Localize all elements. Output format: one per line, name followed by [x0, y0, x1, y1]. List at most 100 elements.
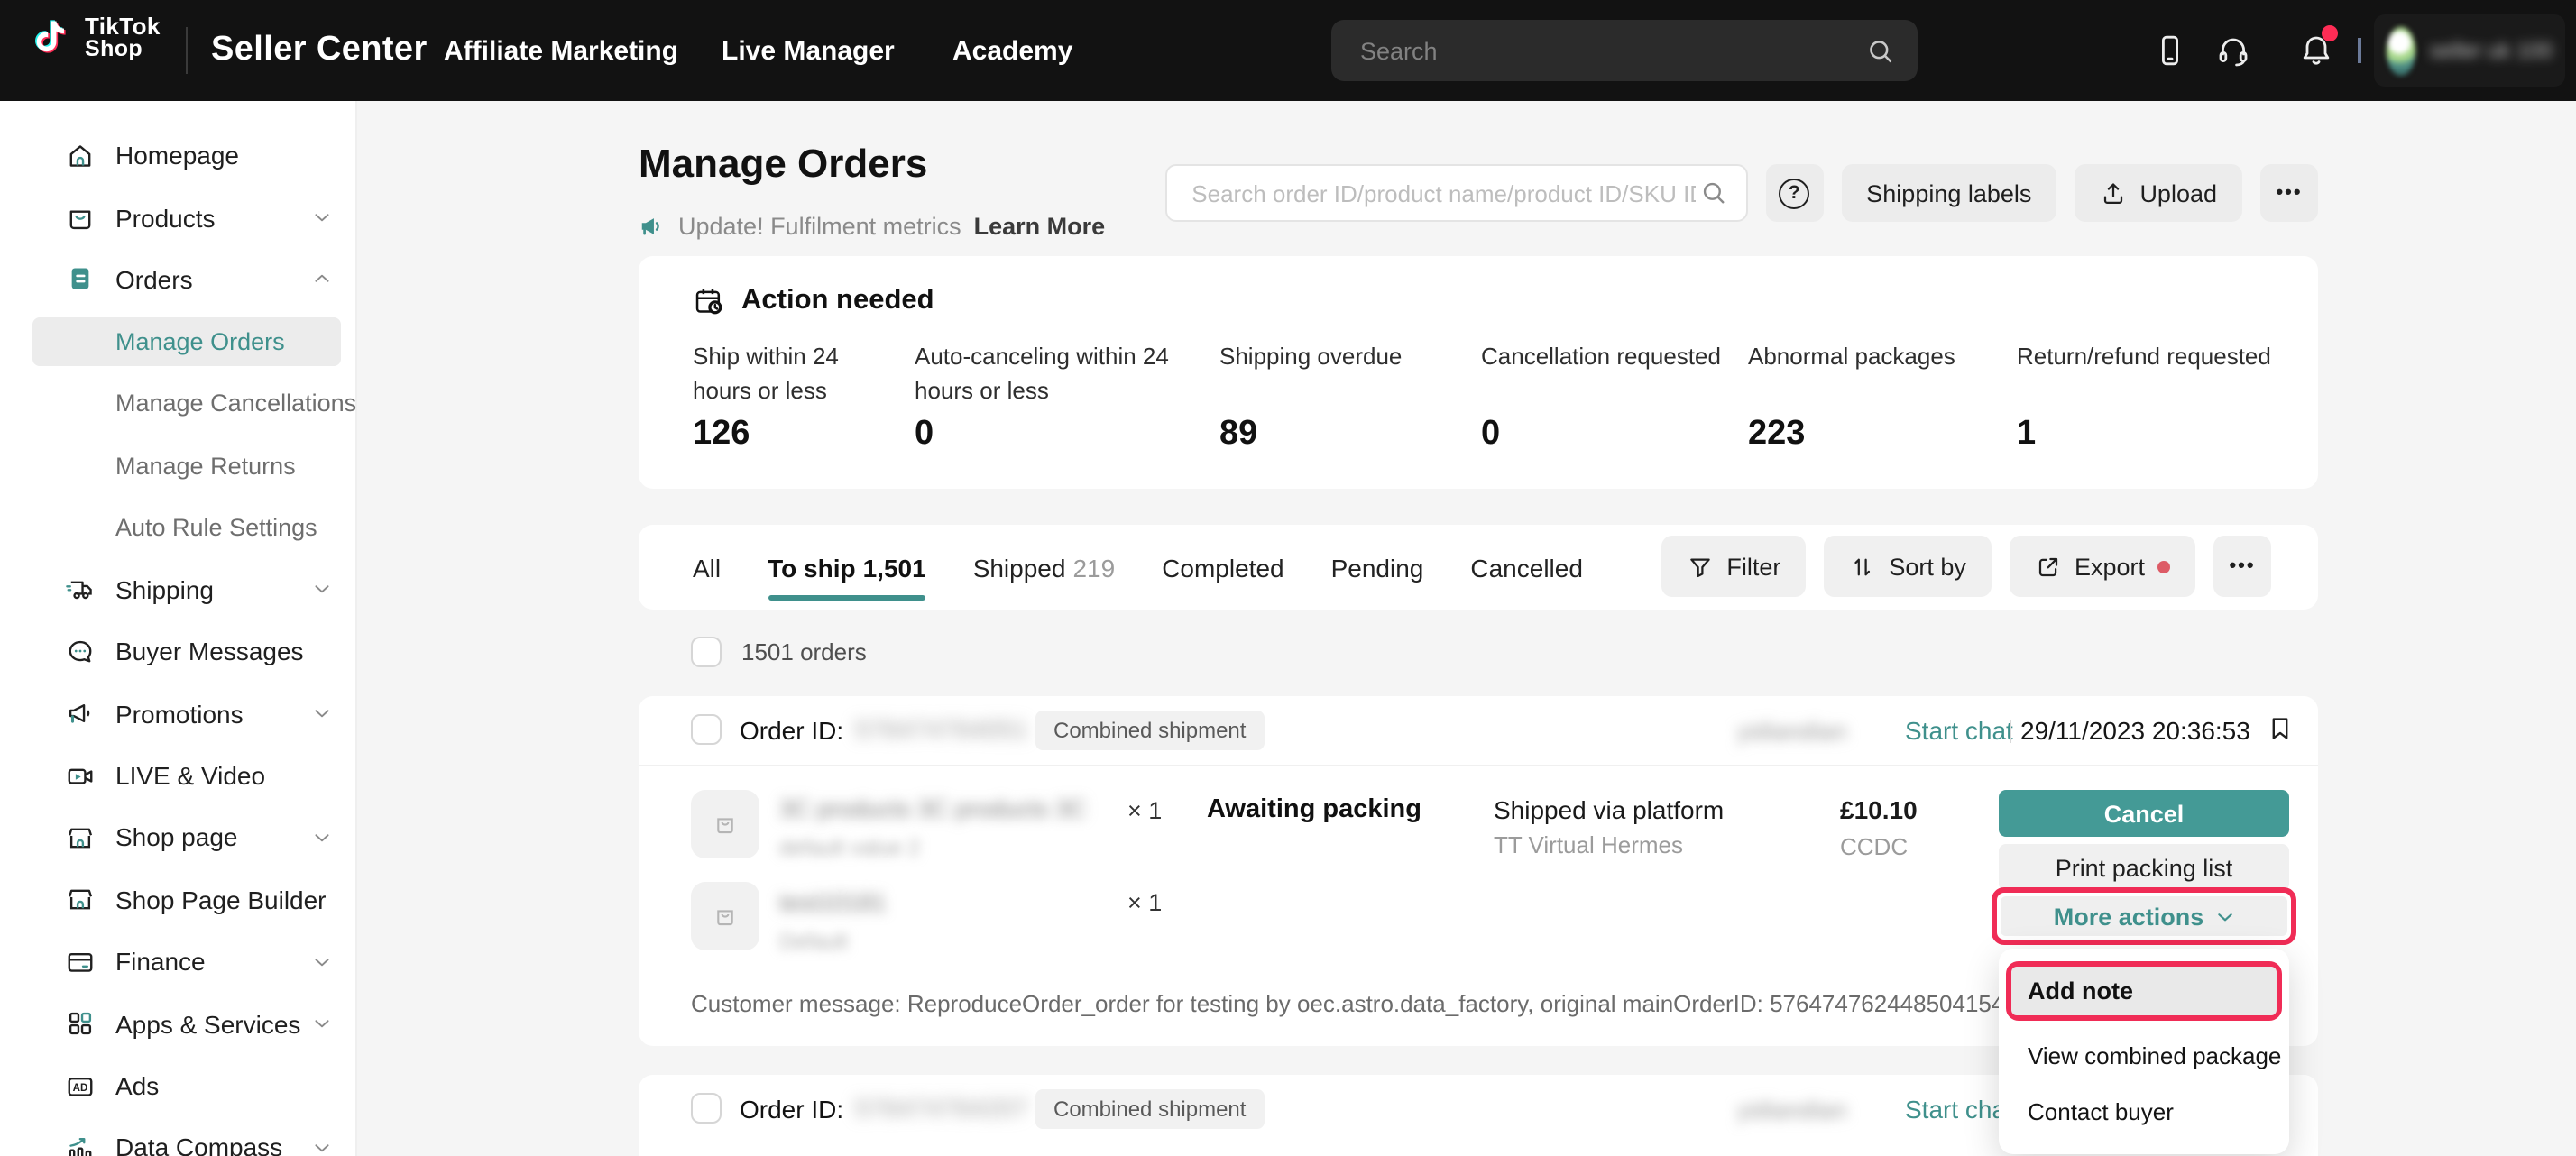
order-search[interactable]	[1164, 164, 1747, 222]
sort-by-button[interactable]: Sort by	[1824, 536, 1992, 597]
sidebar-item-data-compass[interactable]: Data Compass	[0, 1117, 355, 1156]
apps-grid-icon	[65, 1008, 96, 1039]
avatar[interactable]	[2387, 26, 2415, 75]
search-icon	[1865, 35, 1896, 66]
metric-shipping-overdue[interactable]: Shipping overdue 89	[1219, 339, 1472, 454]
product-thumbnail[interactable]	[691, 882, 759, 950]
sidebar-item-label: Data Compass	[115, 1133, 282, 1156]
tab-pending[interactable]: Pending	[1331, 553, 1424, 582]
menu-item-contact-buyer[interactable]: Contact buyer	[1999, 1084, 2289, 1140]
add-note-highlight: Add note	[2006, 961, 2282, 1021]
main-content: Manage Orders Update! Fulfilment metrics…	[357, 101, 2576, 1156]
order-checkbox[interactable]	[691, 1093, 722, 1124]
chevron-down-icon	[312, 703, 332, 723]
announcement-megaphone-icon	[639, 213, 666, 240]
more-options-button[interactable]: •••	[2260, 164, 2318, 222]
support-headset-icon[interactable]	[2215, 32, 2251, 69]
more-actions-button[interactable]: More actions	[2001, 896, 2287, 936]
help-button[interactable]: ?	[1765, 164, 1823, 222]
sidebar-item-ads[interactable]: AD Ads	[0, 1055, 355, 1117]
svg-text:AD: AD	[73, 1082, 88, 1093]
tab-all[interactable]: All	[693, 553, 721, 582]
sidebar-item-shipping[interactable]: Shipping	[0, 558, 355, 620]
sidebar-item-label: Buyer Messages	[115, 638, 304, 666]
sidebar-subitem-label: Manage Orders	[115, 328, 285, 355]
menu-item-add-note[interactable]: Add note	[2011, 967, 2277, 1015]
order-search-input[interactable]	[1188, 178, 1698, 208]
topbar-search[interactable]	[1331, 20, 1918, 81]
metric-return-refund[interactable]: Return/refund requested 1	[2017, 339, 2305, 454]
topbar-search-input[interactable]	[1357, 35, 1865, 66]
export-button[interactable]: Export	[2010, 536, 2195, 597]
product-thumbnail[interactable]	[691, 790, 759, 858]
metric-auto-cancel[interactable]: Auto-canceling within 24 hours or less 0	[915, 339, 1203, 454]
orders-icon	[65, 264, 96, 295]
metric-ship-24h[interactable]: Ship within 24 hours or less 126	[693, 339, 895, 454]
product-name-blurred[interactable]: test10181	[779, 889, 887, 916]
product-placeholder-icon	[713, 812, 738, 837]
user-menu[interactable]: seller uk 100	[2374, 14, 2565, 87]
page-title: Manage Orders	[639, 141, 927, 188]
nav-seller-center[interactable]: Seller Center	[211, 0, 428, 101]
sidebar-item-shop-page-builder[interactable]: Shop Page Builder	[0, 868, 355, 931]
tab-to-ship[interactable]: To ship1,501	[768, 553, 926, 582]
sidebar: Homepage Products Orders Manage Orders M…	[0, 101, 357, 1156]
metric-abnormal-packages[interactable]: Abnormal packages 223	[1748, 339, 2001, 454]
more-tab-actions-button[interactable]: •••	[2213, 536, 2271, 597]
sidebar-item-apps-services[interactable]: Apps & Services	[0, 993, 355, 1055]
sidebar-item-homepage[interactable]: Homepage	[0, 124, 355, 187]
filter-button[interactable]: Filter	[1661, 536, 1806, 597]
metric-label: Ship within 24 hours or less	[693, 339, 895, 408]
tab-cancelled[interactable]: Cancelled	[1470, 553, 1583, 582]
sidebar-item-promotions[interactable]: Promotions	[0, 683, 355, 745]
shipping-truck-icon	[65, 574, 96, 605]
sidebar-item-auto-rule-settings[interactable]: Auto Rule Settings	[0, 497, 355, 559]
sidebar-item-label: Shop page	[115, 823, 237, 852]
shipping-labels-button[interactable]: Shipping labels	[1841, 164, 2056, 222]
start-chat-link[interactable]: Start chat	[1905, 716, 2013, 745]
upload-button[interactable]: Upload	[2075, 164, 2242, 222]
learn-more-link[interactable]: Learn More	[974, 213, 1106, 240]
carrier-name: TT Virtual Hermes	[1494, 831, 1683, 858]
nav-live-manager[interactable]: Live Manager	[722, 0, 895, 101]
data-compass-chart-icon	[65, 1133, 96, 1156]
sidebar-subitem-label: Manage Cancellations	[115, 390, 356, 417]
sidebar-item-orders[interactable]: Orders	[0, 249, 355, 311]
nav-academy[interactable]: Academy	[952, 0, 1072, 101]
product-name-blurred[interactable]: 3C products 3C products 3C pro...	[779, 795, 1086, 822]
order-id-blurred: 57647476420709717	[855, 1095, 1028, 1122]
credit-card-icon	[65, 947, 96, 977]
tab-completed[interactable]: Completed	[1162, 553, 1283, 582]
sidebar-item-manage-returns[interactable]: Manage Returns	[0, 435, 355, 497]
metric-value: 223	[1748, 415, 2001, 454]
mobile-app-icon[interactable]	[2152, 32, 2188, 69]
order-checkbox[interactable]	[691, 714, 722, 745]
sidebar-subitem-label: Manage Returns	[115, 452, 296, 479]
menu-item-view-combined-package[interactable]: View combined package	[1999, 1028, 2289, 1084]
sidebar-item-live-video[interactable]: LIVE & Video	[0, 745, 355, 807]
tab-shipped[interactable]: Shipped219	[973, 553, 1116, 582]
upload-label: Upload	[2139, 179, 2217, 206]
filter-funnel-icon	[1687, 553, 1714, 580]
cancel-order-button[interactable]: Cancel	[1999, 790, 2289, 837]
nav-affiliate-marketing[interactable]: Affiliate Marketing	[444, 0, 678, 101]
bookmark-icon[interactable]	[2266, 714, 2295, 743]
storefront-icon	[65, 822, 96, 853]
sidebar-item-finance[interactable]: Finance	[0, 931, 355, 993]
payment-method: CCDC	[1840, 833, 1908, 860]
tiktok-shop-logo[interactable]: TikTok Shop	[29, 14, 161, 61]
order-id-label: Order ID:	[740, 716, 843, 745]
sidebar-item-buyer-messages[interactable]: Buyer Messages	[0, 620, 355, 683]
sidebar-item-products[interactable]: Products	[0, 187, 355, 249]
metric-label: Return/refund requested	[2017, 339, 2305, 408]
order-id-blurred: 57647476405125257	[855, 716, 1028, 743]
start-chat-link[interactable]: Start chat	[1905, 1095, 2013, 1124]
seller-center-page: TikTok Shop Seller Center Affiliate Mark…	[0, 0, 2576, 1156]
storefront-builder-icon	[65, 885, 96, 915]
print-packing-list-button[interactable]: Print packing list	[1999, 844, 2289, 891]
select-all-checkbox[interactable]	[691, 637, 722, 667]
sidebar-item-shop-page[interactable]: Shop page	[0, 807, 355, 869]
sidebar-item-manage-orders[interactable]: Manage Orders	[0, 310, 355, 372]
sidebar-item-manage-cancellations[interactable]: Manage Cancellations	[0, 372, 355, 435]
metric-cancellation-requested[interactable]: Cancellation requested 0	[1481, 339, 1743, 454]
